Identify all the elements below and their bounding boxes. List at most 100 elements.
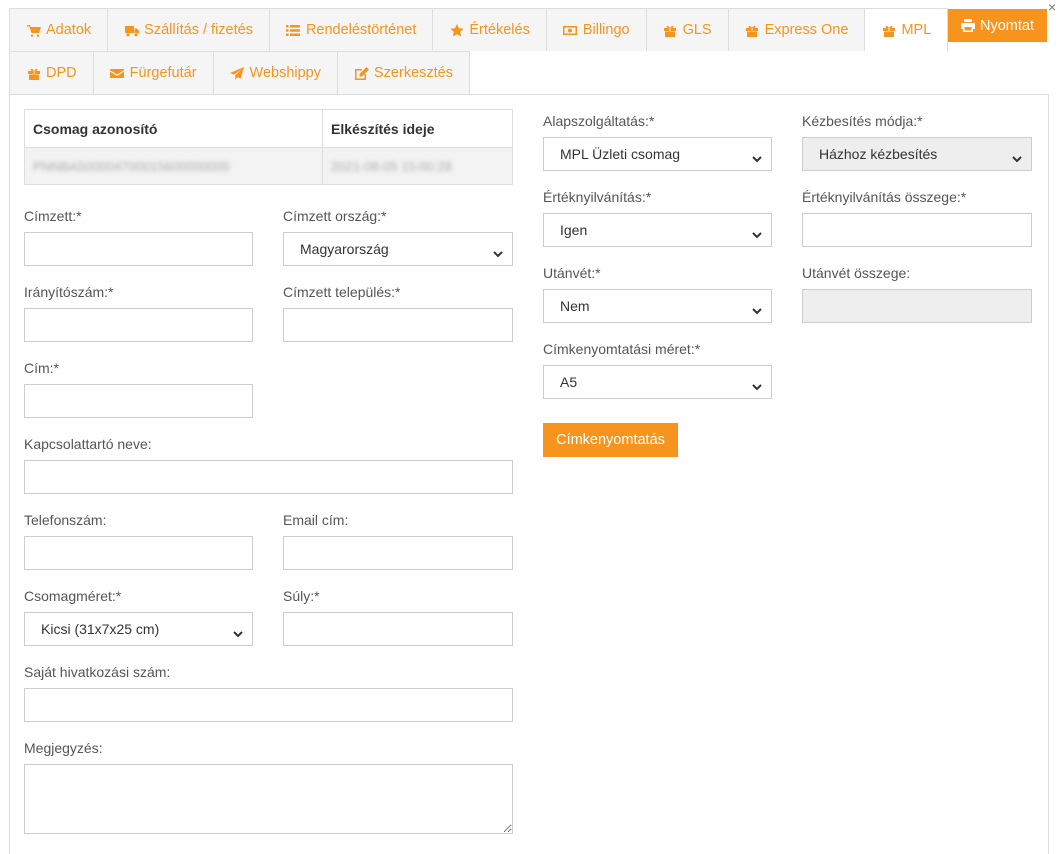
base-service-label: Alapszolgáltatás:* [543, 113, 655, 129]
gift-icon [663, 23, 678, 37]
tab-express-one[interactable]: Express One [727, 8, 866, 51]
declared-amount-label: Értéknyilvánítás összege:* [802, 189, 967, 205]
contact-label: Kapcsolattartó neve: [24, 436, 152, 452]
tab-mpl[interactable]: MPL [864, 8, 949, 51]
print-icon [961, 19, 975, 32]
phone-input[interactable] [24, 536, 253, 570]
tab-dpd[interactable]: DPD [9, 51, 94, 94]
package-size-select[interactable]: Kicsi (31x7x25 cm) [24, 612, 253, 646]
print-button[interactable]: Nyomtat [948, 9, 1047, 42]
base-service-field: Alapszolgáltatás:* MPL Üzleti csomag [543, 113, 772, 171]
chevron-down-icon [752, 378, 762, 391]
label-size-label: Címkenyomtatási méret:* [543, 341, 701, 357]
cod-label: Utánvét:* [543, 265, 601, 281]
address-input[interactable] [24, 384, 253, 418]
tab-adatok[interactable]: Adatok [9, 8, 109, 51]
tab-label: Fürgefutár [129, 65, 197, 81]
declared-amount-field: Értéknyilvánítás összege:* [802, 189, 1032, 247]
contact-input[interactable] [24, 460, 513, 494]
cod-field: Utánvét:* Nem [543, 265, 772, 323]
recipient-label: Címzett:* [24, 208, 82, 224]
phone-field: Telefonszám: [24, 512, 253, 570]
tab-ertekeles[interactable]: Értékelés [432, 8, 547, 51]
chevron-down-icon [1012, 150, 1022, 163]
note-textarea[interactable] [24, 764, 513, 834]
tab-label: Szállítás / fizetés [144, 22, 253, 38]
cod-amount-field: Utánvét összege: [802, 265, 1032, 323]
tab-szallitas[interactable]: Szállítás / fizetés [107, 8, 270, 51]
tab-label: Rendeléstörténet [305, 22, 417, 38]
country-select[interactable]: Magyarország [283, 232, 513, 266]
weight-label: Súly:* [283, 588, 320, 604]
reference-input[interactable] [24, 688, 513, 722]
tab-label: Adatok [46, 22, 92, 38]
weight-input[interactable] [283, 612, 513, 646]
base-service-select[interactable]: MPL Üzleti csomag [543, 137, 772, 171]
phone-label: Telefonszám: [24, 512, 107, 528]
recipient-input[interactable] [24, 232, 253, 266]
cart-icon [26, 23, 41, 37]
chevron-down-icon [493, 245, 503, 258]
delivery-mode-select[interactable]: Házhoz kézbesítés [802, 137, 1032, 171]
close-icon[interactable]: × [1048, 0, 1056, 14]
list-icon [286, 23, 301, 37]
note-field: Megjegyzés: [24, 740, 513, 834]
note-label: Megjegyzés: [24, 740, 103, 756]
cod-amount-input[interactable] [802, 289, 1032, 323]
address-label: Cím:* [24, 360, 59, 376]
email-label: Email cím: [283, 512, 349, 528]
declared-value-select[interactable]: Igen [543, 213, 772, 247]
envelope-icon [110, 66, 125, 80]
country-label: Címzett ország:* [283, 208, 387, 224]
tab-label: GLS [682, 22, 712, 38]
tab-label: Webshippy [249, 65, 321, 81]
money-icon [563, 23, 578, 37]
delivery-mode-field: Kézbesítés módja:* Házhoz kézbesítés [802, 113, 1032, 171]
label-size-select[interactable]: A5 [543, 365, 772, 399]
tab-label: Billingo [582, 22, 630, 38]
address-field: Cím:* [24, 360, 253, 418]
tab-szerkesztes[interactable]: Szerkesztés [337, 51, 470, 94]
zip-field: Irányítószám:* [24, 284, 253, 342]
zip-label: Irányítószám:* [24, 284, 114, 300]
table-row: PNNBA500004700015600000000 2021-08-05 15… [24, 147, 513, 185]
chevron-down-icon [752, 302, 762, 315]
gift-icon [745, 23, 760, 37]
declared-amount-input[interactable] [802, 213, 1032, 247]
contact-field: Kapcsolattartó neve: [24, 436, 513, 494]
package-id-cell: PNNBA500004700015600000000 [24, 147, 323, 185]
cod-amount-label: Utánvét összege: [802, 265, 911, 281]
email-input[interactable] [283, 536, 513, 570]
declared-value-field: Értéknyilvánítás:* Igen [543, 189, 772, 247]
gift-icon [26, 66, 41, 80]
tab-rendelestortenet[interactable]: Rendeléstörténet [268, 8, 434, 51]
label-print-button[interactable]: Címkenyomtatás [543, 423, 678, 457]
tab-label: MPL [901, 22, 932, 38]
package-size-label: Csomagméret:* [24, 588, 122, 604]
truck-icon [124, 23, 139, 37]
tab-webshippy[interactable]: Webshippy [212, 51, 338, 94]
tab-billingo[interactable]: Billingo [545, 8, 647, 51]
email-field: Email cím: [283, 512, 513, 570]
tab-label: Express One [764, 22, 849, 38]
chevron-down-icon [752, 150, 762, 163]
tab-bar-row-1: Adatok Szállítás / fizetés Rendeléstörténe… [9, 8, 949, 51]
city-input[interactable] [283, 308, 513, 342]
reference-field: Saját hivatkozási szám: [24, 664, 513, 722]
created-at-cell: 2021-08-05 15:00:28 [322, 147, 513, 185]
tab-label: DPD [46, 65, 77, 81]
delivery-mode-label: Kézbesítés módja:* [802, 113, 923, 129]
city-label: Címzett település:* [283, 284, 401, 300]
star-icon [449, 23, 464, 37]
column-header: Elkészítés ideje [322, 109, 513, 148]
table-header-row: Csomag azonosító Elkészítés ideje [24, 109, 513, 148]
weight-field: Súly:* [283, 588, 513, 646]
zip-input[interactable] [24, 308, 253, 342]
cod-select[interactable]: Nem [543, 289, 772, 323]
package-size-field: Csomagméret:* Kicsi (31x7x25 cm) [24, 588, 253, 646]
tab-gls[interactable]: GLS [645, 8, 729, 51]
tab-furgefutar[interactable]: Fürgefutár [92, 51, 214, 94]
edit-icon [354, 66, 369, 80]
package-table: Csomag azonosító Elkészítés ideje PNNBA5… [24, 109, 513, 185]
declared-value-label: Értéknyilvánítás:* [543, 189, 652, 205]
